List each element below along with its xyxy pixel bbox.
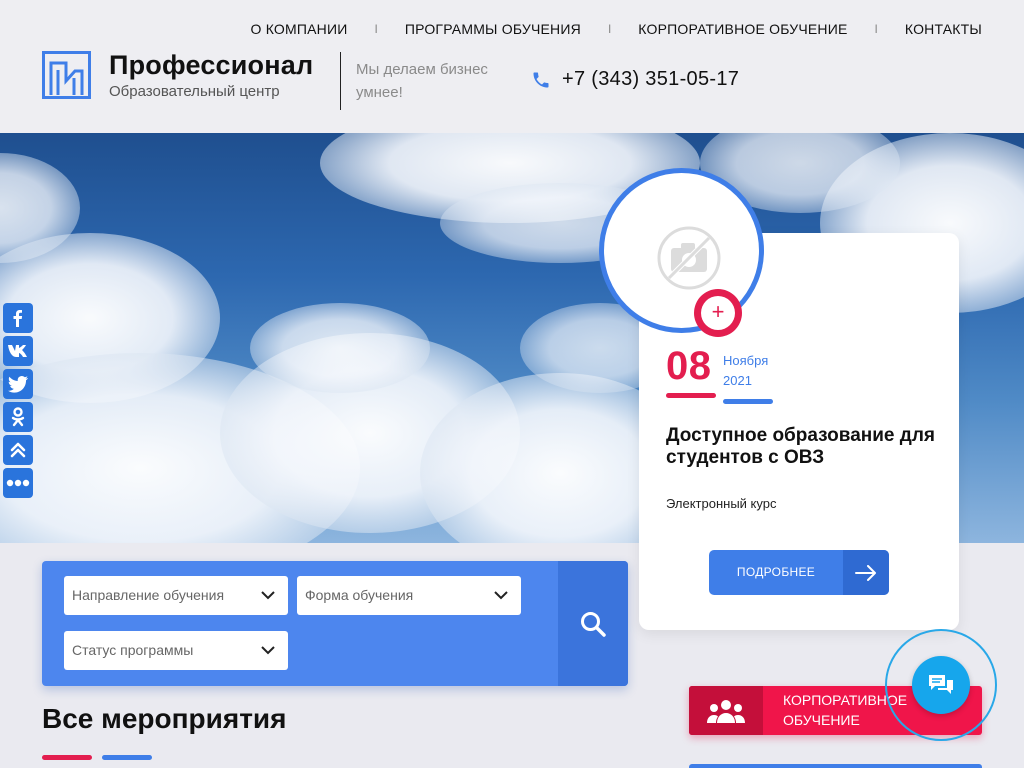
more-icon[interactable] [3,468,33,498]
nav-separator: I [607,22,612,36]
day-underline [666,393,716,398]
vk-icon[interactable] [3,336,33,366]
twitter-icon[interactable] [3,369,33,399]
event-title[interactable]: Доступное образование для студентов с ОВ… [666,425,936,469]
event-year: 2021 [723,373,752,388]
group-icon [689,686,763,735]
phone-icon [533,72,549,88]
odnoklassniki-icon[interactable] [3,402,33,432]
search-icon [581,611,606,637]
search-button[interactable] [558,561,628,686]
section-title: Все мероприятия [42,703,287,734]
brand-subtitle: Образовательный центр [109,83,280,100]
header-divider [340,52,341,110]
status-select[interactable]: Статус программы [64,631,288,670]
secondary-button-edge[interactable] [689,764,982,768]
title-underline-blue [102,755,152,760]
share-up-icon[interactable] [3,435,33,465]
brand-name[interactable]: Профессионал [109,50,313,81]
nav-contacts[interactable]: КОНТАКТЫ [905,21,982,37]
form-placeholder: Форма обучения [305,587,414,603]
form-select[interactable]: Форма обучения [297,576,521,615]
arrow-right-icon [843,550,889,595]
nav-separator: I [374,22,378,36]
event-day: 08 [666,344,712,388]
nav-corporate[interactable]: КОРПОРАТИВНОЕ ОБУЧЕНИЕ [638,21,847,37]
direction-select[interactable]: Направление обучения [64,576,288,615]
add-event-button[interactable]: + [694,289,742,337]
more-details-label: ПОДРОБНЕЕ [736,565,816,579]
plus-icon: + [701,296,735,330]
no-photo-icon [657,226,721,290]
chat-icon [929,675,953,694]
chevron-down-icon [261,591,275,600]
phone-number[interactable]: +7 (343) 351-05-17 [562,68,739,91]
chevron-down-icon [494,591,508,600]
tagline: Мы делаем бизнес умнее! [356,61,488,101]
status-placeholder: Статус программы [72,642,194,658]
title-underline-red [42,755,92,760]
direction-placeholder: Направление обучения [72,587,225,603]
social-share-bar [3,303,33,498]
cloud [250,303,430,393]
program-filter-panel: Направление обучения Форма обучения Стат… [42,561,628,686]
event-type: Электронный курс [666,496,777,511]
facebook-icon[interactable] [3,303,33,333]
nav-separator: I [874,22,878,36]
chat-button[interactable] [912,656,970,714]
top-navigation: О КОМПАНИИ I ПРОГРАММЫ ОБУЧЕНИЯ I КОРПОР… [251,21,982,37]
nav-about[interactable]: О КОМПАНИИ [251,21,348,37]
site-header: О КОМПАНИИ I ПРОГРАММЫ ОБУЧЕНИЯ I КОРПОР… [0,0,1024,133]
nav-programs[interactable]: ПРОГРАММЫ ОБУЧЕНИЯ [405,21,581,37]
logo-icon[interactable] [42,51,91,99]
chevron-down-icon [261,646,275,655]
event-month: Ноября [723,353,769,368]
more-details-button[interactable]: ПОДРОБНЕЕ [709,550,889,595]
month-underline [723,399,773,404]
corporate-label-line2: ОБУЧЕНИЕ [783,712,860,728]
